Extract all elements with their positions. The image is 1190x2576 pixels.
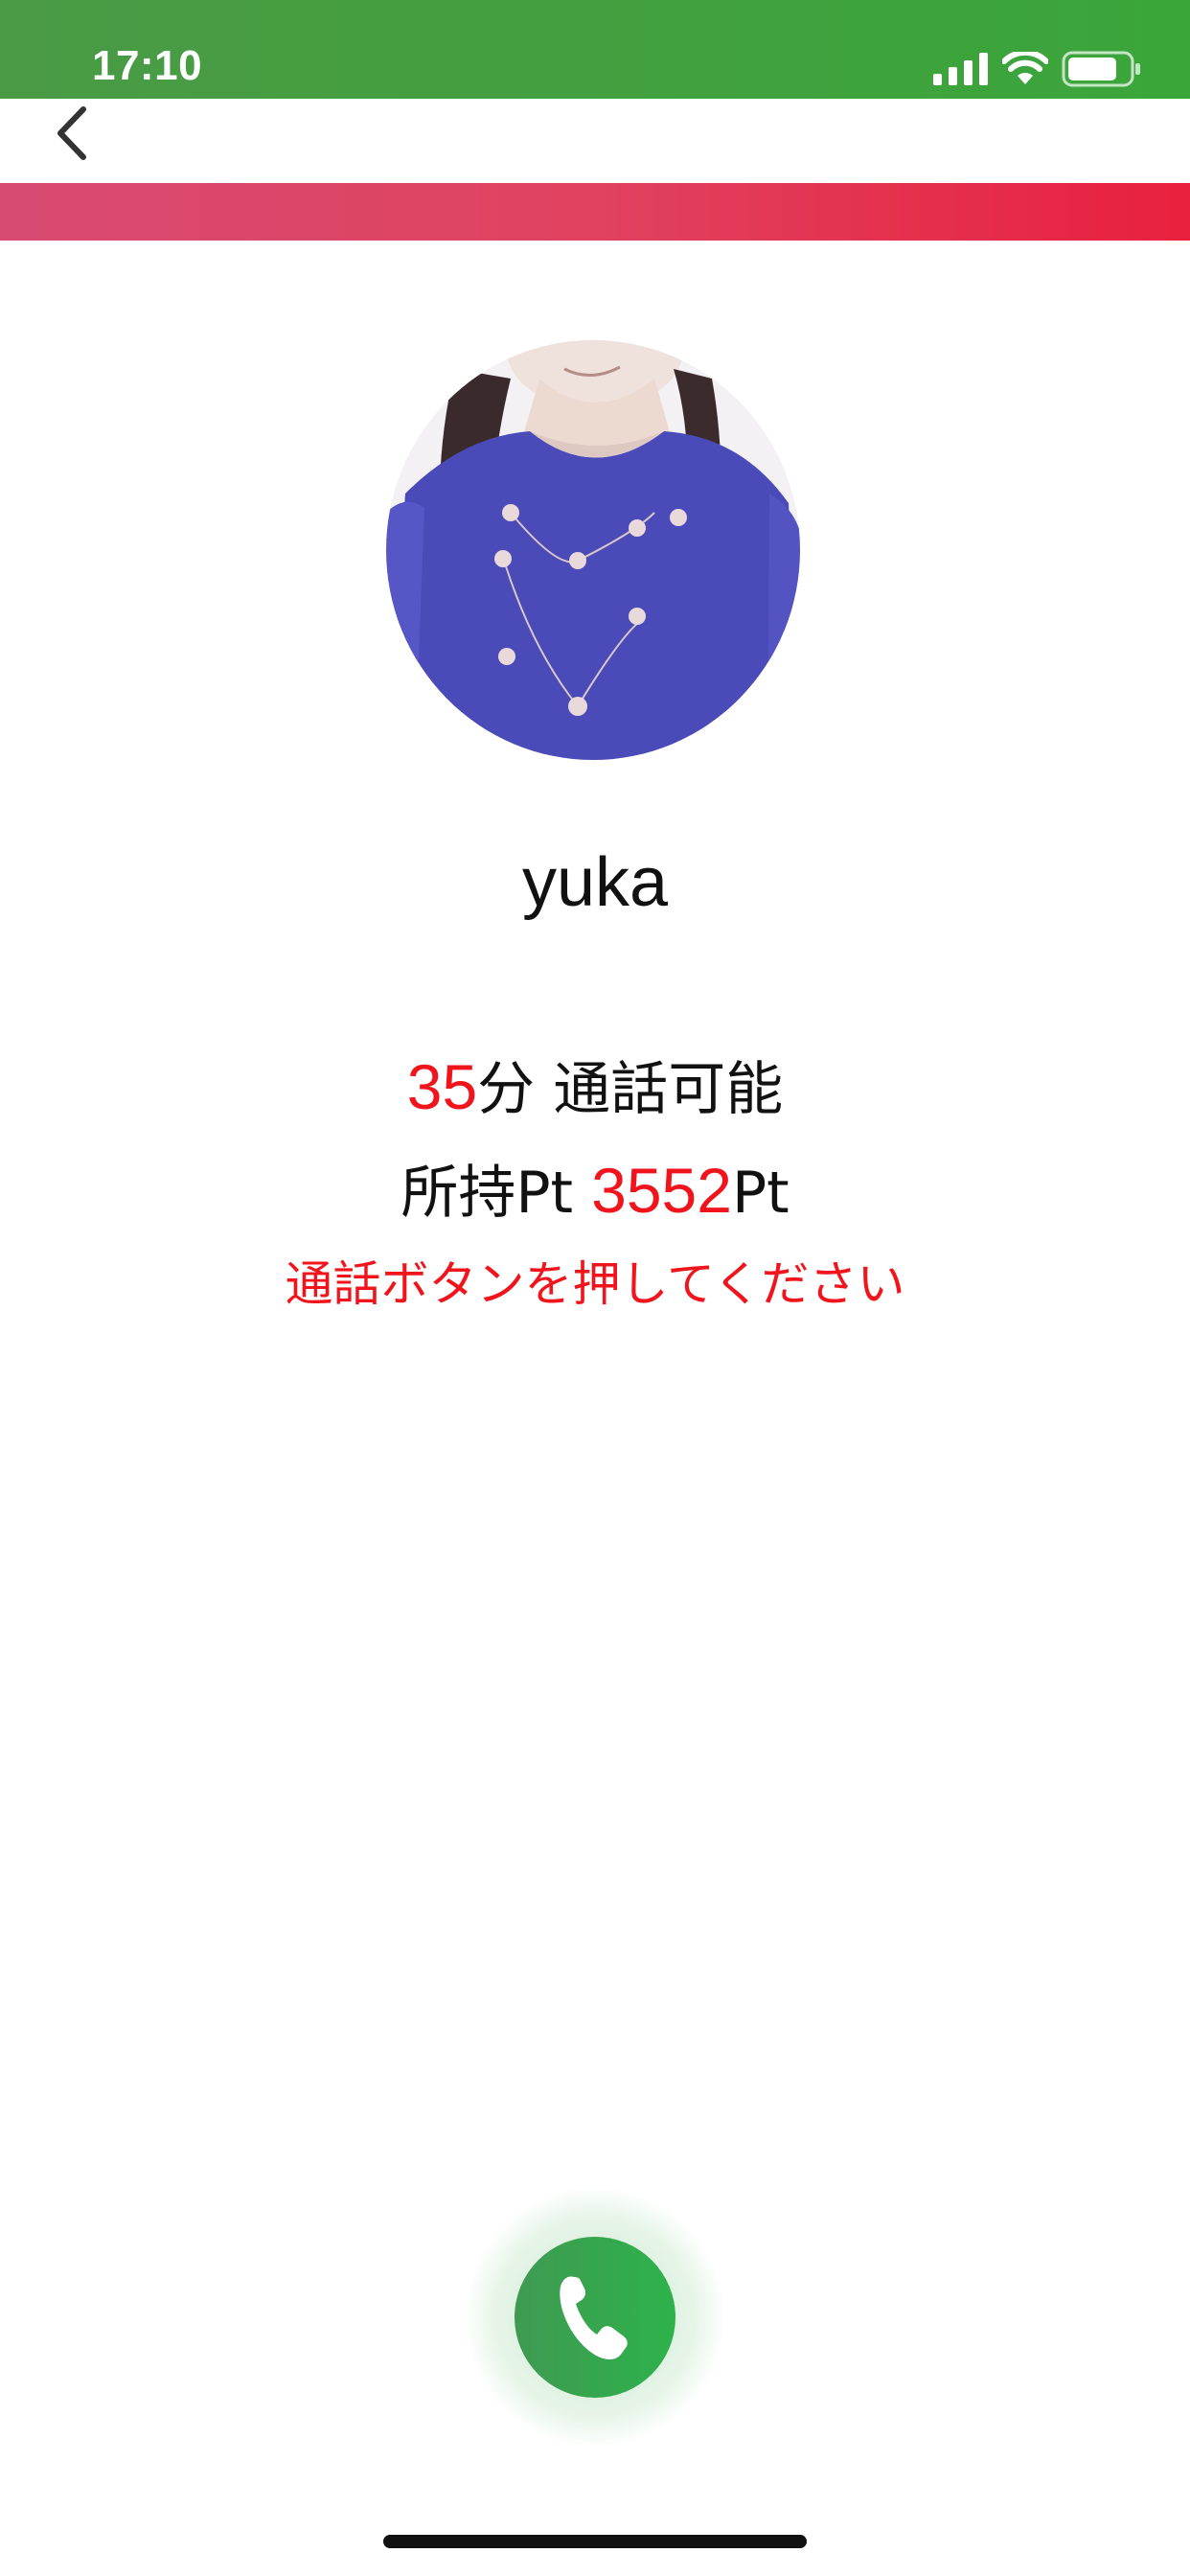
status-icons: [933, 50, 1142, 88]
call-screen: 17:10 yuka 35分 通話可能 所持Pt 3552Pt 通話ボタンを押し…: [0, 0, 1190, 2576]
wifi-icon: [1002, 52, 1048, 84]
available-minutes: 35分 通話可能: [0, 1043, 1190, 1126]
phone-icon: [560, 2276, 628, 2359]
battery-icon: [1062, 51, 1140, 87]
points-value: 3552: [591, 1155, 732, 1226]
call-button[interactable]: [515, 2237, 675, 2398]
username: yuka: [521, 844, 669, 921]
minutes-label: 通話可能: [553, 1056, 784, 1123]
nav-bar: [0, 99, 1190, 183]
profile-photo: [386, 340, 800, 760]
avatar: [386, 340, 800, 760]
home-indicator: [383, 2535, 807, 2548]
minutes-unit: 分: [477, 1056, 536, 1123]
status-time: 17:10: [92, 42, 203, 89]
chevron-left-icon: [57, 106, 86, 160]
signal-icon: [933, 53, 988, 85]
minutes-value: 35: [406, 1051, 478, 1122]
call-instruction: 通話ボタンを押してください: [285, 1256, 905, 1312]
accent-stripe: [0, 183, 1190, 241]
back-button[interactable]: [38, 99, 105, 168]
points-balance: 所持Pt 3552Pt: [0, 1146, 1190, 1230]
points-suffix: Pt: [731, 1160, 790, 1227]
status-bar: 17:10: [0, 0, 1190, 99]
points-prefix: 所持Pt: [400, 1160, 574, 1227]
